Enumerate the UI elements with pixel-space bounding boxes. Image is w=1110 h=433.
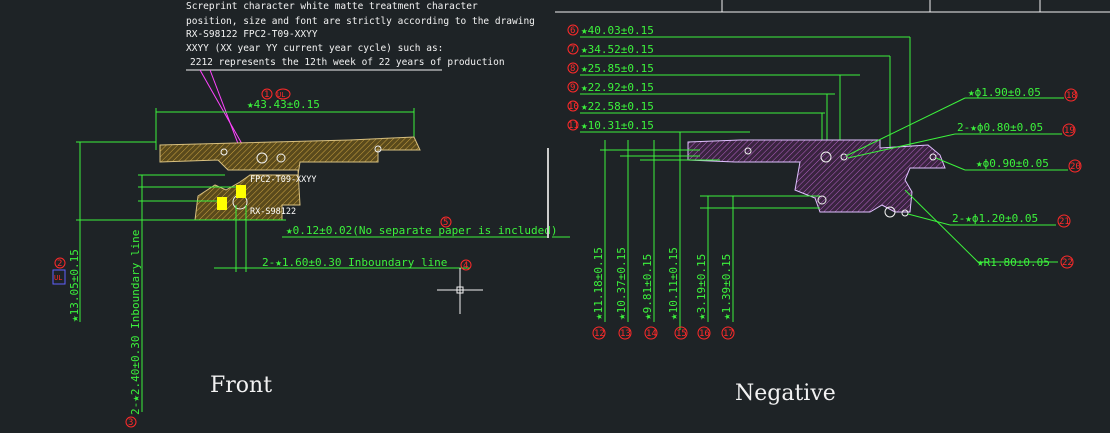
dim-8: ★25.85±0.15 <box>581 62 654 75</box>
front-height-dim: ★13.05±0.15 <box>68 249 81 322</box>
front-view-title: Front <box>210 373 272 398</box>
thickness-dim: ★0.12±0.02(No separate paper is included… <box>286 224 558 237</box>
front-note-line-2: position, size and font are strictly acc… <box>186 16 535 27</box>
callout-10-number: 10 <box>568 102 579 112</box>
callout-13-number: 13 <box>620 329 631 339</box>
front-part-text-1: FPC2-T09-XXYY <box>250 175 317 185</box>
front-note-line-1: Screprint character white matte treatmen… <box>186 1 478 12</box>
callout-11-number: 11 <box>568 121 579 131</box>
dim-17: ★1.39±0.15 <box>720 254 733 320</box>
negative-view-title: Negative <box>735 381 836 406</box>
cad-drawing-canvas[interactable]: Screprint character white matte treatmen… <box>0 0 1110 433</box>
front-note-line-4: XXYY (XX year YY current year cycle) suc… <box>186 43 443 54</box>
dim-16: ★3.19±0.15 <box>695 254 708 320</box>
callout-20-number: 20 <box>1070 162 1081 172</box>
callout-12-number: 12 <box>594 329 605 339</box>
dim-21: 2-★ϕ1.20±0.05 <box>952 212 1038 225</box>
negative-bottom-dims: ★11.18±0.15 12 ★10.37±0.15 13 ★9.81±0.15… <box>592 140 735 340</box>
callout-18-number: 18 <box>1066 91 1077 101</box>
callout-15-number: 15 <box>676 329 687 339</box>
callout-9-number: 9 <box>570 83 575 93</box>
callout-19-number: 19 <box>1064 126 1075 136</box>
callout-17-number: 17 <box>723 329 734 339</box>
callout-22-number: 22 <box>1062 258 1073 268</box>
inboundary-v-dim: 2-★2.40±0.30 Inboundary line <box>129 230 142 415</box>
inboundary-h-dim: 2-★1.60±0.30 Inboundary line <box>262 256 447 269</box>
dim-10: ★22.58±0.15 <box>581 100 654 113</box>
dim-11: ★10.31±0.15 <box>581 119 654 132</box>
dim-9: ★22.92±0.15 <box>581 81 654 94</box>
dim-15: ★10.11±0.15 <box>667 247 680 320</box>
callout-21-number: 21 <box>1059 217 1070 227</box>
dim-20: ★ϕ0.90±0.05 <box>976 157 1049 170</box>
front-note-line-5: 2212 represents the 12th week of 22 year… <box>190 57 505 68</box>
callout-14-number: 14 <box>646 329 657 339</box>
front-part-text-2: RX-S98122 <box>250 207 296 217</box>
dim-6: ★40.03±0.15 <box>581 24 654 37</box>
callout-7-number: 7 <box>570 45 575 55</box>
front-marker-yellow <box>217 197 227 210</box>
callout-16-number: 16 <box>699 329 710 339</box>
dim-7: ★34.52±0.15 <box>581 43 654 56</box>
dim-18: ★ϕ1.90±0.05 <box>968 86 1041 99</box>
negative-left-dims: 6 ★40.03±0.15 7 ★34.52±0.15 8 ★25.85±0.1… <box>567 24 910 133</box>
callout-2-number: 2 <box>57 259 62 269</box>
front-width-dim: ★43.43±0.15 <box>247 98 320 111</box>
callout-8-number: 8 <box>570 64 575 74</box>
dim-22: ★R1.80±0.05 <box>977 256 1050 269</box>
callout-2-tag-text: UL <box>54 274 62 282</box>
callout-4-number: 4 <box>463 261 468 271</box>
dim-19: 2-★ϕ0.80±0.05 <box>957 121 1043 134</box>
negative-part-outline <box>687 139 946 213</box>
callout-5-number: 5 <box>443 218 448 228</box>
callout-3-number: 3 <box>128 418 133 428</box>
front-marker-yellow <box>236 185 246 198</box>
drawing-svg: Screprint character white matte treatmen… <box>52 0 1110 428</box>
dim-13: ★10.37±0.15 <box>615 247 628 320</box>
callout-6-number: 6 <box>570 26 575 36</box>
dim-12: ★11.18±0.15 <box>592 247 605 320</box>
dim-14: ★9.81±0.15 <box>641 254 654 320</box>
front-note-line-3: RX-S98122 FPC2-T09-XXYY <box>186 29 318 40</box>
